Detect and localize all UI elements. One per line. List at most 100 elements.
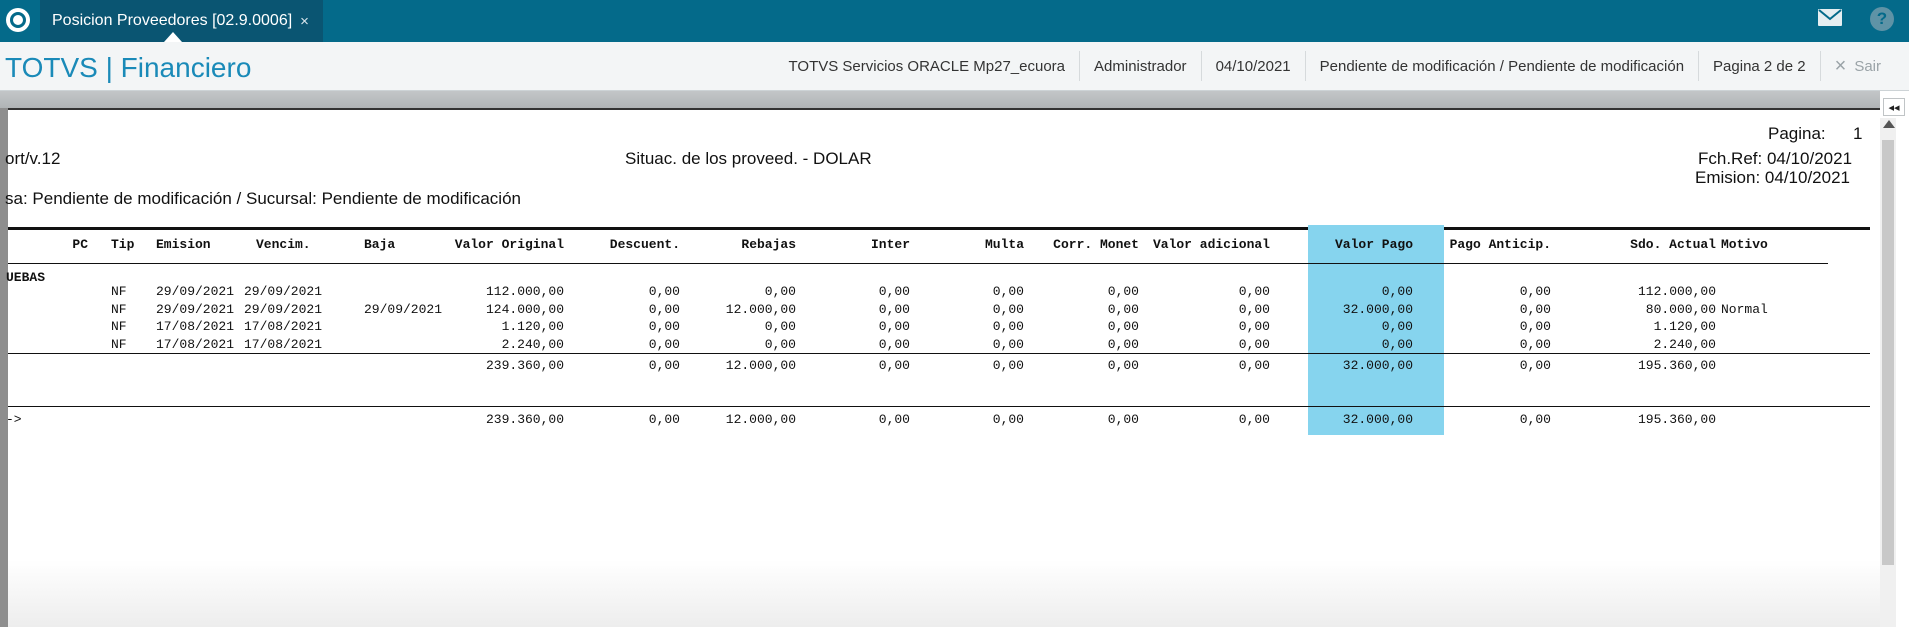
row-2-cell-6: 0,00	[648, 302, 680, 317]
date-label[interactable]: 04/10/2021	[1200, 51, 1305, 81]
row-3-cell-8: 0,00	[878, 319, 910, 334]
subtotal-cell-6: 0,00	[648, 358, 680, 373]
totvs-logo-icon[interactable]	[6, 8, 30, 32]
row-3-cell-12: 0,00	[1381, 319, 1413, 334]
app-title: TOTVS | Financiero	[5, 52, 252, 83]
collapse-panel-icon[interactable]: ◂◂	[1883, 98, 1905, 116]
subtotal-cell-10: 0,00	[1107, 358, 1139, 373]
row-4-cell-10: 0,00	[1107, 337, 1139, 352]
total-cell-7: 12.000,00	[725, 412, 796, 427]
total-cell-12: 32.000,00	[1342, 412, 1413, 427]
user-label[interactable]: Administrador	[1079, 51, 1201, 81]
report-page-label: Pagina:	[1768, 124, 1826, 143]
row-1-cell-12: 0,00	[1381, 284, 1413, 299]
row-2-cell-8: 0,00	[878, 302, 910, 317]
row-2-cell-14: 80.000,00	[1645, 302, 1716, 317]
row-4-cell-7: 0,00	[764, 337, 796, 352]
row-3-cell-5: 1.120,00	[501, 319, 564, 334]
row-2-cell-11: 0,00	[1238, 302, 1270, 317]
total-cell-8: 0,00	[878, 412, 910, 427]
close-icon: ×	[1834, 54, 1847, 77]
row-1-cell-2: 29/09/2021	[156, 284, 235, 299]
tab-close-icon[interactable]: ×	[300, 13, 309, 30]
total-cell-6: 0,00	[648, 412, 680, 427]
row-1-cell-5: 112.000,00	[485, 284, 564, 299]
subtotal-rule	[8, 353, 1870, 354]
row-4-cell-11: 0,00	[1238, 337, 1270, 352]
column-header-cell-1: Tip	[111, 237, 135, 252]
mail-icon[interactable]	[1818, 9, 1842, 26]
column-header-cell-0: PC	[72, 237, 88, 252]
report-title: Situac. de los proveed. - DOLAR	[625, 149, 872, 168]
column-header-cell-11: Valor adicional	[1152, 237, 1270, 252]
row-3-cell-6: 0,00	[648, 319, 680, 334]
row-3-cell-1: NF	[111, 319, 127, 334]
row-2-cell-12: 32.000,00	[1342, 302, 1413, 317]
row-1-cell-1: NF	[111, 284, 127, 299]
row-4-cell-9: 0,00	[992, 337, 1024, 352]
subtotal-cell-14: 195.360,00	[1637, 358, 1716, 373]
subtotal-cell-7: 12.000,00	[725, 358, 796, 373]
row-3-cell-2: 17/08/2021	[156, 319, 235, 334]
scroll-thumb[interactable]	[1882, 140, 1894, 565]
left-panel-edge	[0, 108, 8, 627]
row-1-cell-11: 0,00	[1238, 284, 1270, 299]
row-1-cell-10: 0,00	[1107, 284, 1139, 299]
row-2-cell-13: 0,00	[1519, 302, 1551, 317]
row-4-cell-2: 17/08/2021	[156, 337, 235, 352]
row-3-cell-13: 0,00	[1519, 319, 1551, 334]
bottom-fade	[8, 560, 1880, 627]
row-4-cell-6: 0,00	[648, 337, 680, 352]
row-4-cell-8: 0,00	[878, 337, 910, 352]
report-page-number: 1	[1853, 124, 1863, 143]
exit-button[interactable]: × Sair	[1819, 51, 1895, 81]
total-cell-11: 0,00	[1238, 412, 1270, 427]
report-filter: sa: Pendiente de modificación / Sucursal…	[5, 189, 521, 208]
row-3-cell-9: 0,00	[992, 319, 1024, 334]
subtotal-cell-9: 0,00	[992, 358, 1024, 373]
total-cell-13: 0,00	[1519, 412, 1551, 427]
subtotal-cell-13: 0,00	[1519, 358, 1551, 373]
row-1-cell-6: 0,00	[648, 284, 680, 299]
scroll-up-icon[interactable]	[1883, 120, 1895, 128]
header-info: TOTVS Servicios ORACLE Mp27_ecuora Admin…	[775, 42, 1895, 90]
report-program: ort/v.12	[5, 149, 61, 168]
row-2-cell-7: 12.000,00	[725, 302, 796, 317]
total-cell-5: 239.360,00	[485, 412, 564, 427]
column-header-cell-10: Corr. Monet	[1053, 237, 1139, 252]
row-2-cell-15: Normal	[1721, 302, 1768, 317]
report-emission: Emision: 04/10/2021	[1695, 168, 1850, 187]
column-header-cell-13: Pago Anticip.	[1449, 237, 1551, 252]
column-header-cell-9: Multa	[984, 237, 1024, 252]
row-3-cell-11: 0,00	[1238, 319, 1270, 334]
row-2-cell-3: 29/09/2021	[244, 302, 323, 317]
app-header: TOTVS | Financiero TOTVS Servicios ORACL…	[0, 42, 1909, 91]
row-4-cell-5: 2.240,00	[501, 337, 564, 352]
top-bar: Posicion Proveedores [02.9.0006] × ?	[0, 0, 1909, 42]
company-branch-label[interactable]: Pendiente de modificación / Pendiente de…	[1304, 51, 1698, 81]
row-3-cell-10: 0,00	[1107, 319, 1139, 334]
row-1-cell-3: 29/09/2021	[244, 284, 323, 299]
header-bottom-rule	[8, 263, 1828, 264]
row-4-cell-3: 17/08/2021	[244, 337, 323, 352]
column-header-cell-7: Rebajas	[741, 237, 796, 252]
total-rule	[8, 406, 1870, 407]
column-header-cell-15: Motivo	[1721, 237, 1768, 252]
subtotal-cell-8: 0,00	[878, 358, 910, 373]
column-header-cell-14: Sdo. Actual	[1630, 237, 1716, 252]
column-header-cell-5: Valor Original	[454, 237, 564, 252]
help-icon[interactable]: ?	[1870, 7, 1894, 31]
report-toolbar-band	[0, 91, 1880, 110]
row-1-cell-9: 0,00	[992, 284, 1024, 299]
row-4-cell-12: 0,00	[1381, 337, 1413, 352]
column-header-cell-3: Vencim.	[256, 237, 311, 252]
subtotal-cell-12: 32.000,00	[1342, 358, 1413, 373]
row-1-cell-13: 0,00	[1519, 284, 1551, 299]
total-cell-10: 0,00	[1107, 412, 1139, 427]
tab-label: Posicion Proveedores [02.9.0006]	[52, 12, 293, 29]
group-label-cell-0: UEBAS	[6, 270, 46, 285]
environment-label[interactable]: TOTVS Servicios ORACLE Mp27_ecuora	[775, 51, 1080, 81]
row-2-cell-4: 29/09/2021	[364, 302, 443, 317]
subtotal-cell-5: 239.360,00	[485, 358, 564, 373]
row-4-cell-14: 2.240,00	[1653, 337, 1716, 352]
